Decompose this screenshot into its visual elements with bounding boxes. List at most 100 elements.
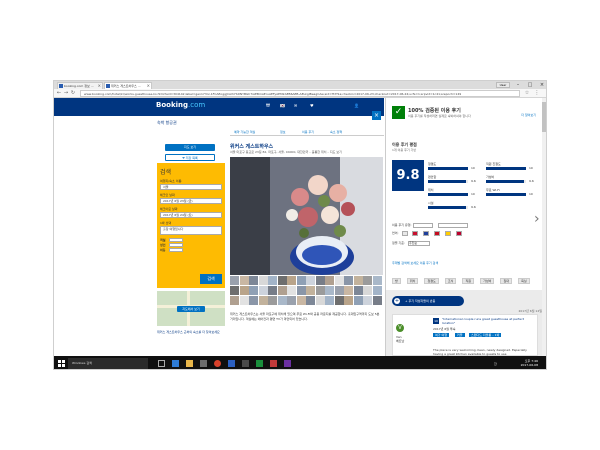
browser-tab-1[interactable]: booking.com 정보 ... × [57, 82, 103, 89]
topic-chip[interactable]: 방 [392, 278, 401, 284]
close-window-icon[interactable]: × [536, 81, 546, 89]
destination-input[interactable]: 서울 [160, 184, 222, 190]
photo-thumbnail[interactable] [230, 276, 239, 285]
product-links[interactable]: 숙박 항공권 [157, 120, 177, 126]
photo-thumbnail[interactable] [372, 286, 382, 295]
scrollbar-thumb[interactable] [542, 102, 546, 132]
lang-option-es[interactable] [434, 230, 441, 236]
photo-thumbnail[interactable] [258, 276, 268, 285]
photo-thumbnail[interactable] [268, 296, 277, 305]
url-field[interactable]: www.booking.com/hotel/kr/works-guesthous… [80, 90, 520, 97]
profile-button[interactable]: User [496, 82, 510, 88]
hotel-main-photo[interactable]: ‹ [230, 157, 383, 275]
maximize-icon[interactable]: □ [524, 81, 536, 89]
topic-chip[interactable]: 침대 [500, 278, 513, 284]
lang-option-kr[interactable] [412, 230, 419, 236]
checkout-select[interactable]: 2017년 6월 24일 (토) [160, 212, 222, 218]
photo-thumbnail[interactable] [353, 296, 363, 305]
input-language-indicator[interactable]: 한 [494, 362, 497, 366]
minimize-icon[interactable]: – [512, 81, 524, 89]
photo-thumbnail[interactable] [296, 286, 306, 295]
children-row[interactable]: 아동 [160, 248, 223, 253]
photo-thumbnail[interactable] [315, 286, 325, 295]
heart-icon[interactable]: ♥ [310, 103, 314, 108]
photo-thumbnail[interactable] [344, 296, 353, 305]
photo-thumbnail[interactable] [258, 296, 268, 305]
photo-thumbnail[interactable] [249, 276, 258, 285]
photo-thumbnail[interactable] [363, 296, 372, 305]
photo-thumbnail[interactable] [249, 296, 258, 305]
photo-thumbnail[interactable] [239, 296, 249, 305]
app-icon[interactable] [242, 360, 249, 367]
photo-thumbnail[interactable] [353, 286, 363, 295]
photo-thumbnail[interactable] [239, 276, 249, 285]
currency-icon[interactable]: ₩ [266, 103, 270, 108]
forward-icon[interactable]: → [63, 90, 69, 97]
tab-policies[interactable]: 숙소 정책 [330, 130, 342, 134]
photo-thumbnail[interactable] [325, 276, 334, 285]
photo-thumbnail[interactable] [344, 286, 353, 295]
photo-thumbnail[interactable] [287, 296, 296, 305]
photo-thumbnail[interactable] [268, 286, 277, 295]
topic-chip[interactable]: 직원 [462, 278, 475, 284]
browser-tab-2[interactable]: 위커스 게스트하우스 ... × [104, 82, 152, 89]
topic-search-label[interactable]: 주제별 검색해 보세요 이용 후기 검색 [392, 261, 438, 265]
excel-icon[interactable] [256, 360, 263, 367]
photo-thumbnail[interactable] [334, 286, 344, 295]
show-reactions-button[interactable]: + + 후기 작성자들의 반응 [392, 296, 464, 306]
windows-start-icon[interactable] [58, 360, 65, 367]
mini-map[interactable]: 지도에서 보기 [157, 291, 225, 326]
taskbar-search-input[interactable]: Windows 검색 [68, 358, 148, 369]
lang-option-de[interactable] [445, 230, 452, 236]
onenote-icon[interactable] [284, 360, 291, 367]
mail-icon[interactable]: ✉ [294, 103, 297, 108]
filter-score-select[interactable] [438, 222, 469, 228]
edge-icon[interactable] [172, 360, 179, 367]
tab-info[interactable]: 정보 [280, 130, 286, 134]
photo-thumbnail[interactable] [268, 276, 277, 285]
reload-icon[interactable]: ↻ [70, 90, 76, 97]
scrollbar[interactable] [542, 98, 546, 356]
task-view-icon[interactable] [158, 360, 165, 367]
photo-thumbnail[interactable] [249, 286, 258, 295]
explorer-icon[interactable] [186, 360, 193, 367]
lang-option-en[interactable] [423, 230, 430, 236]
nearby-text[interactable]: 위커스 게스트하우스 근처의 숙소를 더 찾아보세요 [157, 330, 225, 334]
photo-thumbnail[interactable] [296, 296, 306, 305]
lang-option-all[interactable] [401, 230, 408, 236]
menu-icon[interactable]: ⋮ [534, 90, 540, 97]
close-modal-icon[interactable]: × [372, 111, 381, 120]
search-button[interactable]: 검색 [200, 274, 222, 284]
photo-thumbnail[interactable] [344, 276, 353, 285]
learn-more-link[interactable]: 더 알아보기 [521, 113, 536, 117]
photo-thumbnail[interactable] [306, 296, 315, 305]
photo-thumbnail[interactable] [315, 276, 325, 285]
photo-thumbnail[interactable] [334, 296, 344, 305]
photo-thumbnail[interactable] [306, 286, 315, 295]
purpose-checkbox[interactable]: 출장 여행입니다 [160, 226, 222, 235]
photo-thumbnail[interactable] [372, 296, 382, 305]
checkin-select[interactable]: 2017년 6월 23일 (금) [160, 198, 222, 204]
store-icon[interactable] [200, 360, 207, 367]
chevron-right-icon[interactable]: › [534, 211, 540, 227]
photo-thumbnail[interactable] [372, 276, 382, 285]
photo-thumbnail[interactable] [315, 296, 325, 305]
topic-chip[interactable]: 조식 [444, 278, 457, 284]
photo-thumbnail[interactable] [277, 296, 287, 305]
word-icon[interactable] [228, 360, 235, 367]
photo-thumbnail[interactable] [258, 286, 268, 295]
photo-thumbnail[interactable] [287, 286, 296, 295]
photo-thumbnail[interactable] [296, 276, 306, 285]
photo-thumbnail[interactable] [230, 296, 239, 305]
photo-thumbnail[interactable] [239, 286, 249, 295]
sort-select[interactable]: 추천순 [407, 240, 430, 246]
photo-thumbnail[interactable] [363, 276, 372, 285]
save-list-button[interactable]: ❤ 저장 목록 [165, 154, 215, 161]
language-flag-icon[interactable]: 🇰🇷 [280, 103, 285, 108]
topic-chip[interactable]: 욕실 [518, 278, 530, 284]
system-clock[interactable]: 오후 7:46 2017-06-08 [521, 359, 538, 367]
photo-thumbnail[interactable] [277, 276, 287, 285]
filter-type-select[interactable] [413, 222, 434, 228]
account-icon[interactable]: 👤 [354, 103, 359, 108]
topic-chip[interactable]: 청결도 [424, 278, 439, 284]
